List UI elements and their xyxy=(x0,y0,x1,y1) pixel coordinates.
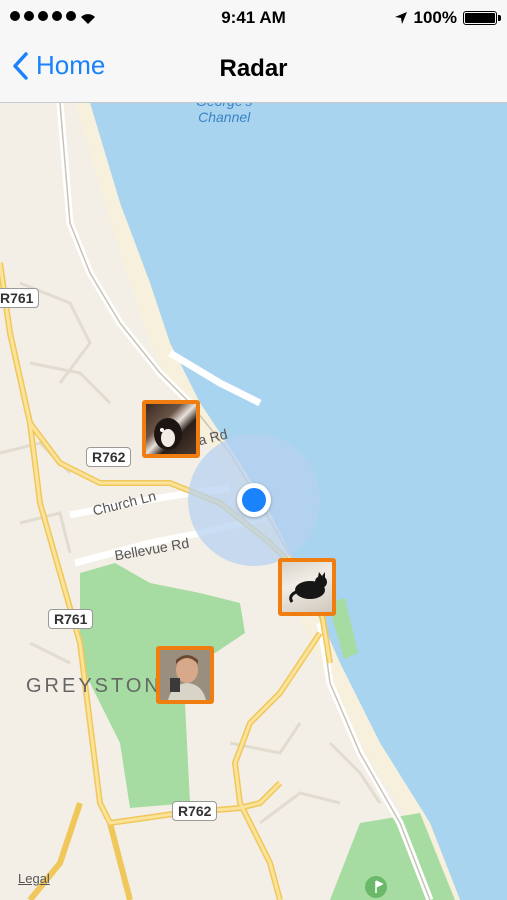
battery-icon xyxy=(463,11,501,25)
location-arrow-icon xyxy=(394,12,407,24)
legal-link[interactable]: Legal xyxy=(18,871,50,886)
pin-cat-photo[interactable] xyxy=(278,558,336,616)
current-location-marker xyxy=(237,483,271,517)
battery-percent: 100% xyxy=(413,8,457,27)
page-title: Radar xyxy=(219,55,288,82)
map-view[interactable]: George's Channel a Rd Church Ln Bellevue… xyxy=(0,103,507,900)
route-shield: R761 xyxy=(48,609,94,629)
person-photo-thumbnail xyxy=(160,650,210,700)
cat-photo-thumbnail xyxy=(289,572,327,603)
route-shield: R762 xyxy=(172,801,218,821)
pin-person-photo[interactable] xyxy=(156,646,214,704)
route-shield: R761 xyxy=(0,288,40,308)
water-label: George's Channel xyxy=(196,103,252,125)
status-right: 100% xyxy=(394,8,501,28)
pin-dog-photo[interactable] xyxy=(142,400,200,458)
status-bar: 9:41 AM 100% xyxy=(0,0,507,36)
dog-photo-thumbnail xyxy=(154,418,182,450)
route-shield: R762 xyxy=(86,447,132,467)
navigation-bar: Home Radar xyxy=(0,36,507,103)
